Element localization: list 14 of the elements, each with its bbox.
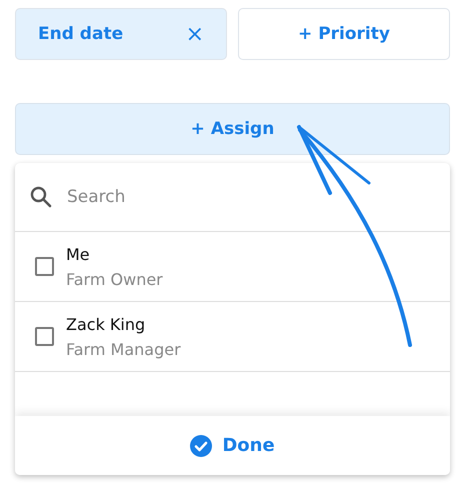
person-name: Zack King	[66, 314, 146, 334]
search-icon	[29, 185, 53, 209]
person-role: Farm Owner	[66, 270, 163, 288]
check-circle-icon	[190, 434, 212, 456]
close-icon[interactable]: ×	[186, 22, 204, 46]
search-field[interactable]: Search	[65, 186, 436, 208]
checkbox[interactable]	[35, 257, 54, 276]
done-button[interactable]: Done	[15, 416, 450, 475]
person-name: Me	[66, 244, 91, 264]
person-role: Farm Manager	[66, 340, 181, 358]
assign-button[interactable]: + Assign	[15, 103, 450, 155]
checkbox[interactable]	[35, 327, 54, 346]
filter-chip[interactable]: End date ×	[15, 8, 227, 60]
filter-chip[interactable]: + Priority	[238, 8, 450, 60]
